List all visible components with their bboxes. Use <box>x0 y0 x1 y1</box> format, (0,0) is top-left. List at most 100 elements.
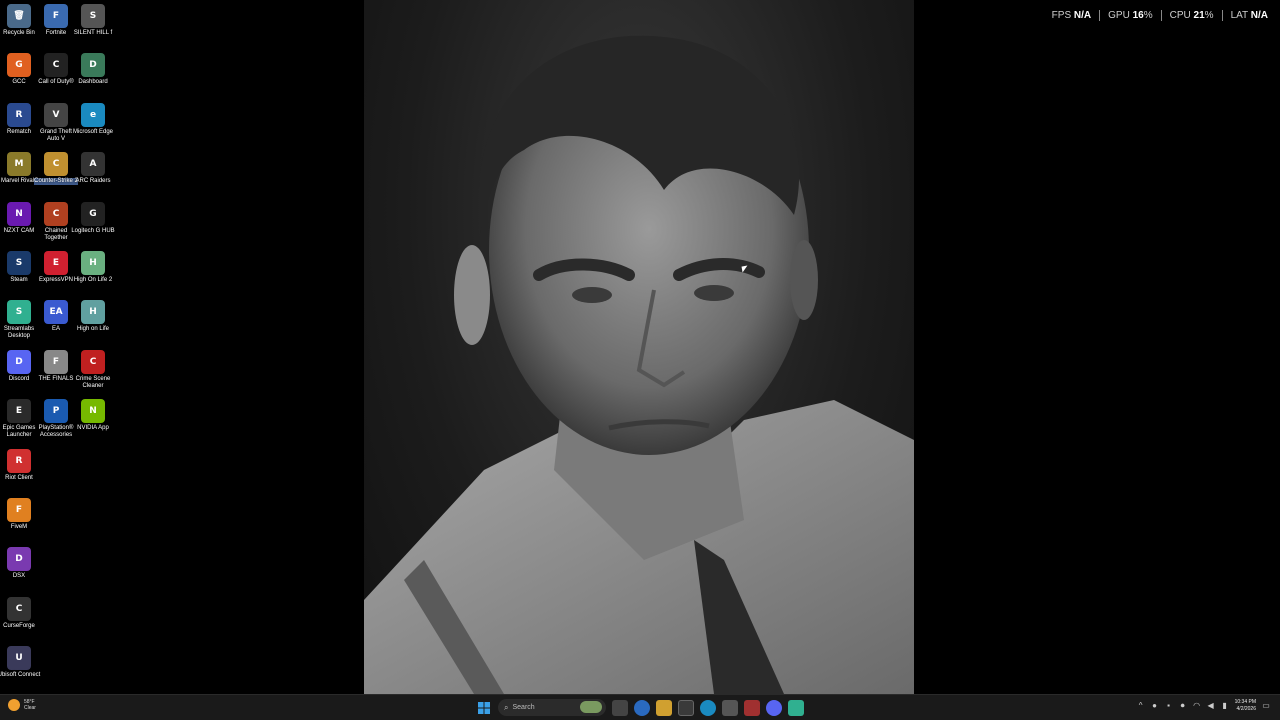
app-icon: M <box>7 152 31 177</box>
taskbar-apps: ⌕ Search <box>476 699 804 716</box>
taskbar-search[interactable]: ⌕ Search <box>498 699 606 716</box>
app-icon: G <box>81 201 105 226</box>
desktop-icon-ea[interactable]: EA EA <box>37 300 75 333</box>
desktop-icon-steam[interactable]: S Steam <box>0 251 38 284</box>
app-icon: e <box>81 102 105 127</box>
app-icon: D <box>7 349 31 374</box>
search-placeholder: Search <box>512 704 535 711</box>
desktop-icon-fortnite[interactable]: F Fortnite <box>37 4 75 37</box>
app-icon[interactable] <box>722 699 738 716</box>
volume-icon[interactable]: ◀ <box>1207 702 1215 710</box>
weather-desc: Clear <box>24 705 36 711</box>
file-explorer-icon[interactable] <box>656 699 672 716</box>
system-tray: ^ ● ▪ ⏺ ◠ ◀ ▮ 10:34 PM 4/2/2026 ▭ <box>1137 699 1270 713</box>
app-icon: C <box>81 349 105 374</box>
desktop-icon-dsx[interactable]: D DSX <box>0 547 38 580</box>
desktop-icon-label: High on Life <box>76 326 110 333</box>
overlay-divider <box>1099 10 1101 21</box>
start-button[interactable] <box>476 700 492 716</box>
copilot-icon[interactable] <box>634 699 650 716</box>
streamlabs-icon[interactable] <box>788 699 804 716</box>
app-icon: D <box>81 53 105 78</box>
desktop-icon-recycle-bin[interactable]: 🗑 Recycle Bin <box>0 4 38 37</box>
app-icon: R <box>7 102 31 127</box>
desktop-icon-crime-scene-cleaner[interactable]: C Crime Scene Cleaner <box>74 349 112 390</box>
app-icon: N <box>7 201 31 226</box>
performance-overlay: FPS N/A GPU 16% CPU 21% LAT N/A <box>1052 10 1268 21</box>
task-view-icon[interactable] <box>612 699 628 716</box>
mouse-cursor-icon <box>741 265 749 273</box>
app-icon[interactable] <box>744 699 760 716</box>
desktop-icon-gcc[interactable]: G GCC <box>0 53 38 86</box>
desktop-icon-microsoft-edge[interactable]: e Microsoft Edge <box>72 102 114 136</box>
desktop-icon-label: FiveM <box>10 524 28 530</box>
desktop-icon-epic-games-launcher[interactable]: E Epic Games Launcher <box>0 399 38 439</box>
desktop-icon-high-on-life-2[interactable]: H High On Life 2 <box>74 251 112 284</box>
wifi-icon[interactable]: ◠ <box>1193 702 1201 710</box>
app-icon: U <box>7 646 31 671</box>
tray-app-icon[interactable]: ▪ <box>1165 702 1173 710</box>
discord-icon[interactable] <box>766 699 782 716</box>
chevron-up-icon[interactable]: ^ <box>1137 702 1145 710</box>
desktop-icon-arc-raiders[interactable]: A ARC Raiders <box>74 152 112 185</box>
desktop-icon-discord[interactable]: D Discord <box>0 349 38 383</box>
desktop-icon-counter-strike-2[interactable]: C Counter-Strike 2 <box>34 152 78 186</box>
app-icon: P <box>44 399 68 424</box>
app-icon: C <box>44 201 68 226</box>
desktop-icon-label: CurseForge <box>3 622 35 629</box>
app-icon: V <box>44 102 68 127</box>
clock-date: 4/2/2026 <box>1236 706 1256 712</box>
desktop-icon-rematch[interactable]: R Rematch <box>0 102 38 136</box>
store-icon[interactable] <box>678 699 694 716</box>
desktop-icon-marvel-rivals[interactable]: M Marvel Rivals <box>0 152 38 185</box>
desktop-icon-dashboard[interactable]: D Dashboard <box>74 53 112 86</box>
app-icon: E <box>7 399 31 424</box>
desktop-icon-nvidia-app[interactable]: N NVIDIA App <box>74 399 112 432</box>
app-icon: N <box>81 399 105 424</box>
tray-app-icon[interactable]: ● <box>1151 702 1159 710</box>
weather-widget[interactable]: 58°F Clear <box>8 699 36 711</box>
sun-icon <box>8 699 20 711</box>
desktop-icon-label: Riot Client <box>5 474 33 481</box>
app-icon: S <box>7 300 31 325</box>
desktop-icon-call-of-duty[interactable]: C Call of Duty® <box>37 53 75 86</box>
battery-icon[interactable]: ▮ <box>1221 702 1229 710</box>
app-icon: S <box>7 251 31 275</box>
app-icon: S <box>81 4 105 28</box>
desktop-icon-expressvpn[interactable]: E ExpressVPN <box>37 251 75 284</box>
app-icon: H <box>81 251 105 275</box>
microphone-icon[interactable]: ⏺ <box>1179 702 1187 710</box>
desktop-icon-label: ARC Raiders <box>75 178 111 185</box>
desktop-icon-streamlabs-desktop[interactable]: S Streamlabs Desktop <box>0 300 38 340</box>
desktop-icon-label: High On Life 2 <box>73 277 113 283</box>
app-icon: R <box>7 448 31 473</box>
app-icon: A <box>81 152 105 177</box>
desktop-icon-the-finals[interactable]: F THE FINALS <box>37 349 75 383</box>
app-icon: F <box>44 4 68 28</box>
app-icon: C <box>44 53 68 78</box>
portrait-image <box>364 35 914 694</box>
desktop-icon-silent-hill-f[interactable]: S SILENT HILL f <box>74 4 112 37</box>
search-highlight-icon <box>580 701 602 713</box>
desktop-icon-label: Microsoft Edge <box>72 128 114 135</box>
desktop-icon-high-on-life[interactable]: H High on Life <box>74 300 112 333</box>
desktop-icon-label: Crime Scene Cleaner <box>75 375 111 389</box>
desktop-icon-logitech-g-hub[interactable]: G Logitech G HUB <box>71 201 115 235</box>
desktop-icon-fivem[interactable]: F FiveM <box>0 498 38 531</box>
app-icon: H <box>81 300 105 325</box>
desktop-icon-label: NVIDIA App <box>77 425 109 432</box>
app-icon: E <box>44 251 68 275</box>
notification-icon[interactable]: ▭ <box>1262 702 1270 710</box>
desktop-icon-riot-client[interactable]: R Riot Client <box>0 448 38 482</box>
desktop-icon-nzxt-cam[interactable]: N NZXT CAM <box>0 201 38 235</box>
edge-icon[interactable] <box>700 699 716 716</box>
desktop-icon-grand-theft-auto-v[interactable]: V Grand Theft Auto V <box>37 102 75 143</box>
desktop-icon-playstation-accessories[interactable]: P PlayStation® Accessories <box>37 399 75 439</box>
search-icon: ⌕ <box>504 702 509 712</box>
app-icon: 🗑 <box>7 4 31 28</box>
desktop-icon-chained-together[interactable]: C Chained Together <box>37 201 75 242</box>
desktop-icon-curseforge[interactable]: C CurseForge <box>0 596 38 630</box>
desktop-icon-label: SILENT HILL f <box>73 30 113 36</box>
clock[interactable]: 10:34 PM 4/2/2026 <box>1235 699 1256 713</box>
desktop-icon-ubisoft-connect[interactable]: U Ubisoft Connect <box>0 646 40 679</box>
